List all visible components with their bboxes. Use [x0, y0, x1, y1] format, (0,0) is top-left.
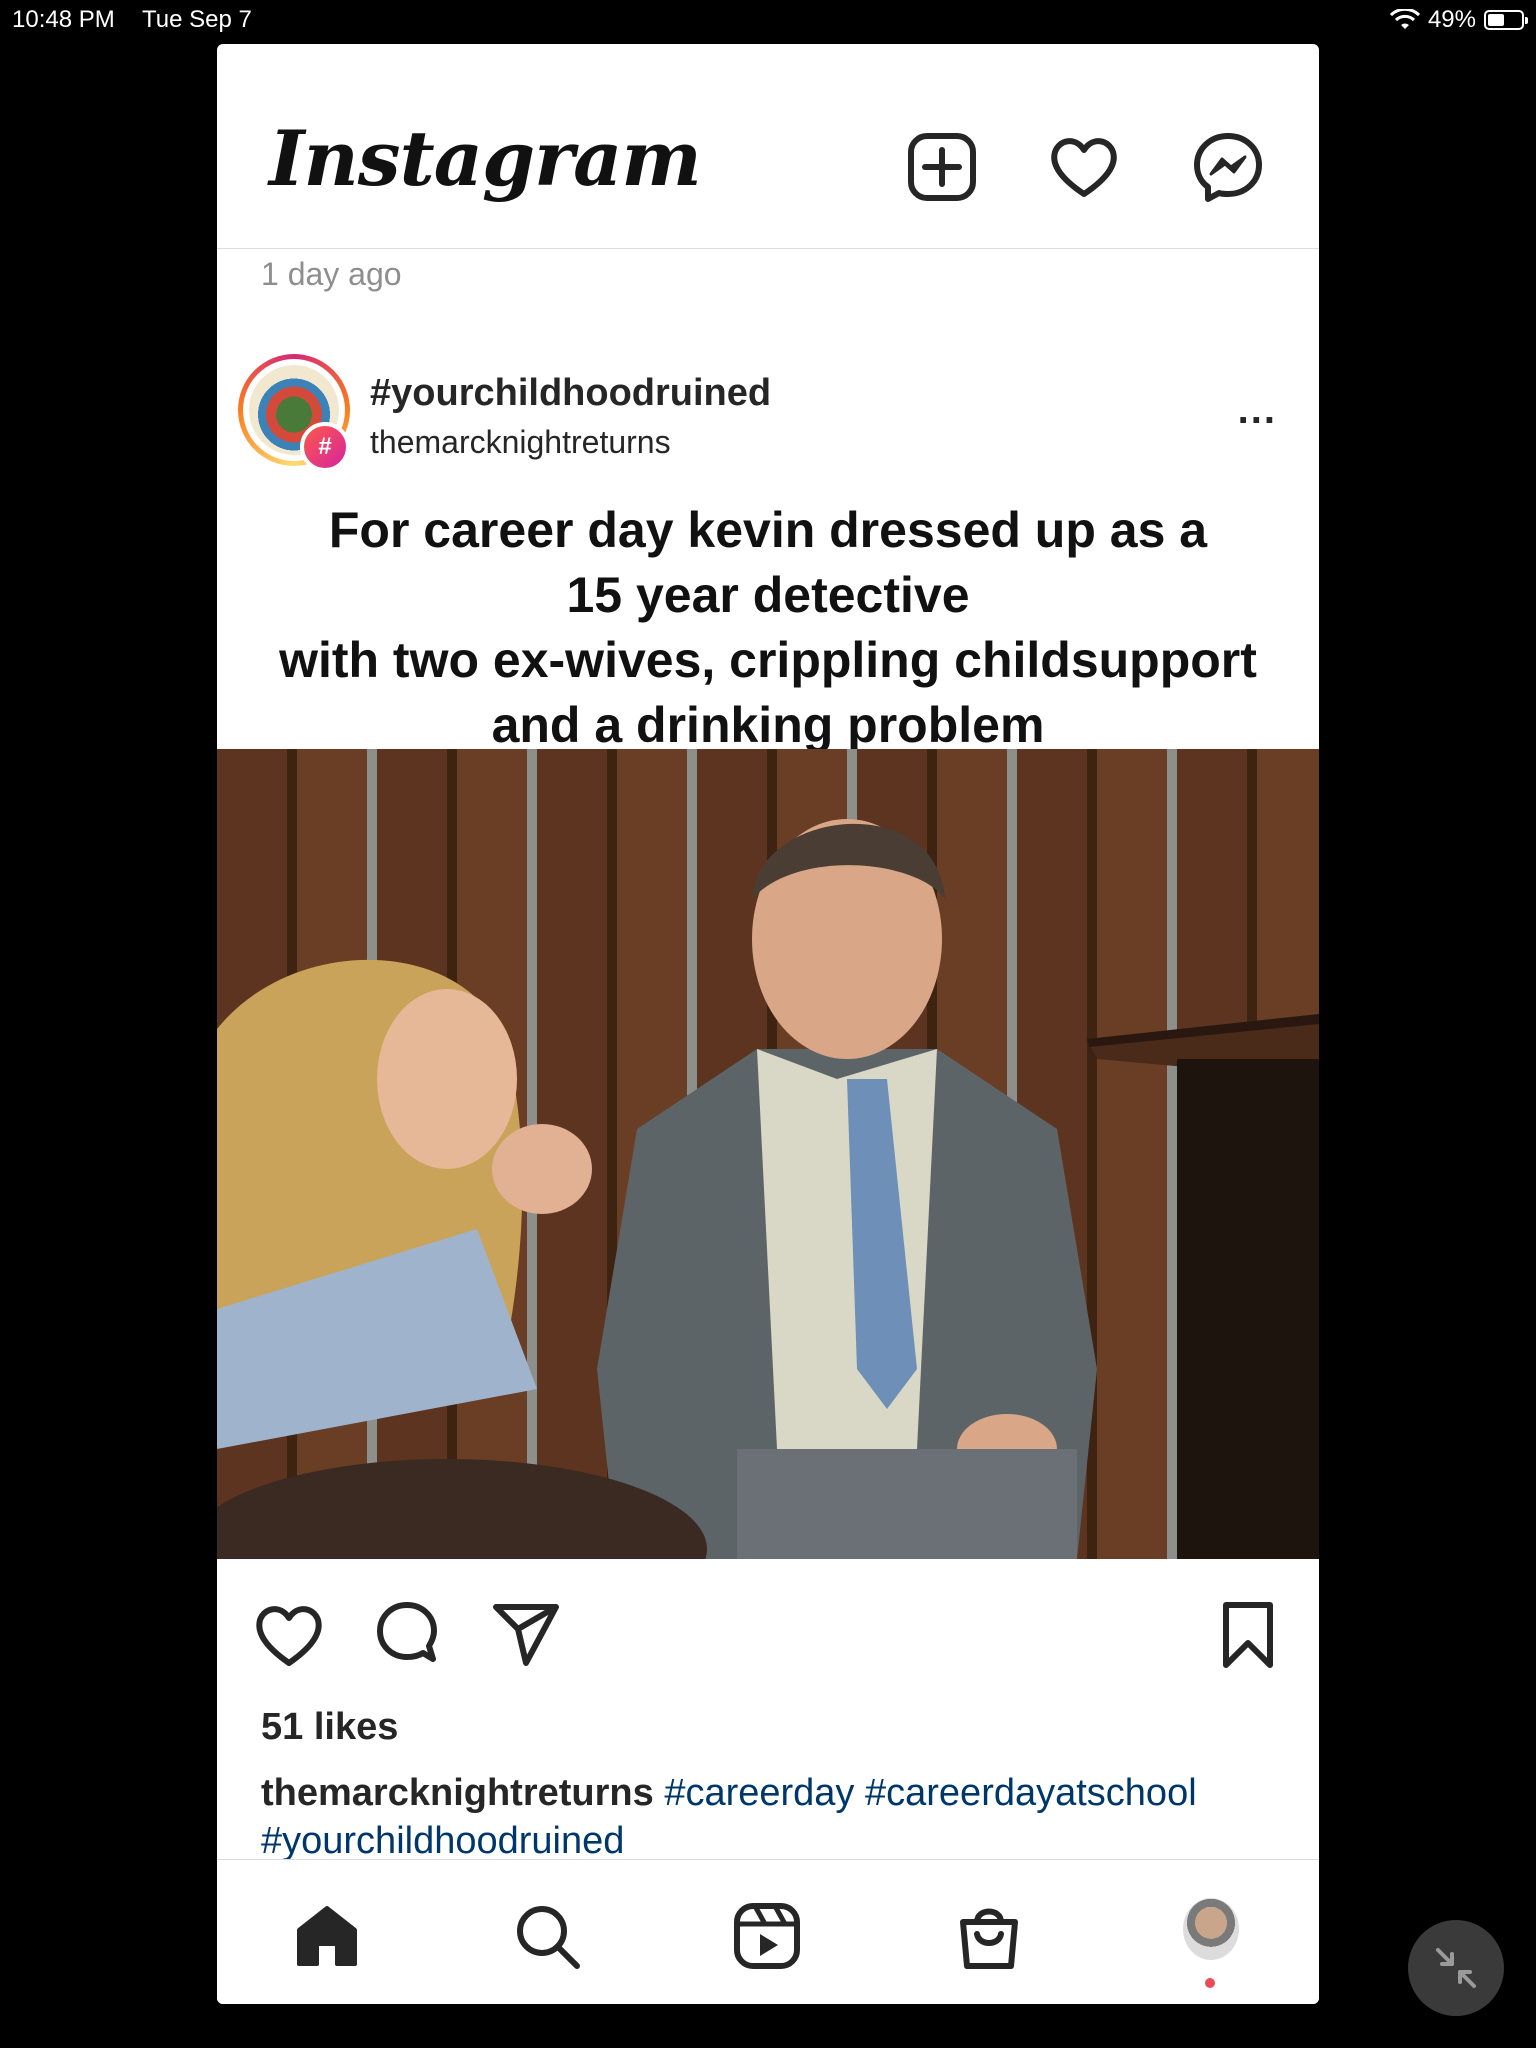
reels-icon[interactable]	[731, 1900, 803, 1972]
wifi-icon	[1389, 9, 1420, 29]
bottom-tab-bar	[217, 1859, 1319, 2004]
post-hashtag-title[interactable]: #yourchildhoodruined	[370, 372, 771, 415]
comment-icon[interactable]	[371, 1599, 443, 1671]
photo-illustration	[217, 819, 1319, 1559]
likes-count[interactable]: 51 likes	[261, 1706, 398, 1749]
share-icon[interactable]	[490, 1599, 562, 1671]
caption-hashtag[interactable]: #careerdayatschool	[865, 1772, 1197, 1814]
messenger-icon[interactable]	[1191, 130, 1265, 204]
meme-line: For career day kevin dressed up as a	[328, 502, 1208, 558]
meme-line: and a drinking problem	[491, 697, 1045, 753]
caption-clip: themarcknightreturns #careerday #careerd…	[217, 1764, 1319, 1864]
collapse-icon[interactable]	[1408, 1920, 1504, 2016]
photo	[217, 749, 1319, 1559]
status-right: 49%	[1389, 6, 1528, 34]
bookmark-icon[interactable]	[1212, 1599, 1284, 1671]
instagram-window: Instagram 1 day ago # #yourchildhoodruin…	[217, 44, 1319, 2004]
caption-hashtag[interactable]: #yourchildhoodruined	[261, 1820, 624, 1862]
home-icon[interactable]	[291, 1900, 363, 1972]
caption-username[interactable]: themarcknightreturns	[261, 1772, 654, 1814]
caption-hashtag[interactable]: #careerday	[664, 1772, 854, 1814]
meme-caption: For career day kevin dressed up as a 15 …	[217, 489, 1319, 753]
hashtag-badge-icon: #	[300, 422, 350, 472]
shop-icon[interactable]	[953, 1900, 1025, 1972]
more-options-button[interactable]: ...	[1238, 390, 1277, 430]
post-image[interactable]: For career day kevin dressed up as a 15 …	[217, 489, 1319, 1559]
instagram-logo: Instagram	[269, 114, 702, 203]
time-ago: 1 day ago	[261, 256, 402, 292]
status-time: 10:48 PM	[12, 6, 115, 33]
post-actions	[217, 1599, 1319, 1689]
search-icon[interactable]	[511, 1900, 583, 1972]
status-date: Tue Sep 7	[142, 6, 252, 33]
notification-dot	[1205, 1978, 1215, 1988]
battery-percent: 49%	[1427, 6, 1476, 33]
post-header: # #yourchildhoodruined themarcknightretu…	[217, 344, 1319, 484]
new-post-icon[interactable]	[905, 130, 979, 204]
status-bar: 10:48 PM Tue Sep 7 49%	[0, 0, 1536, 40]
battery-icon	[1484, 10, 1528, 30]
post-caption: themarcknightreturns #careerday #careerd…	[261, 1769, 1281, 1864]
post-username[interactable]: themarcknightreturns	[370, 424, 671, 461]
meme-line: 15 year detective	[566, 567, 970, 623]
app-header: Instagram	[217, 44, 1319, 249]
meme-line: with two ex-wives, crippling childsuppor…	[279, 632, 1257, 688]
heart-icon[interactable]	[1047, 130, 1121, 204]
profile-avatar[interactable]	[1183, 1898, 1239, 1960]
like-heart-icon[interactable]	[253, 1599, 325, 1671]
